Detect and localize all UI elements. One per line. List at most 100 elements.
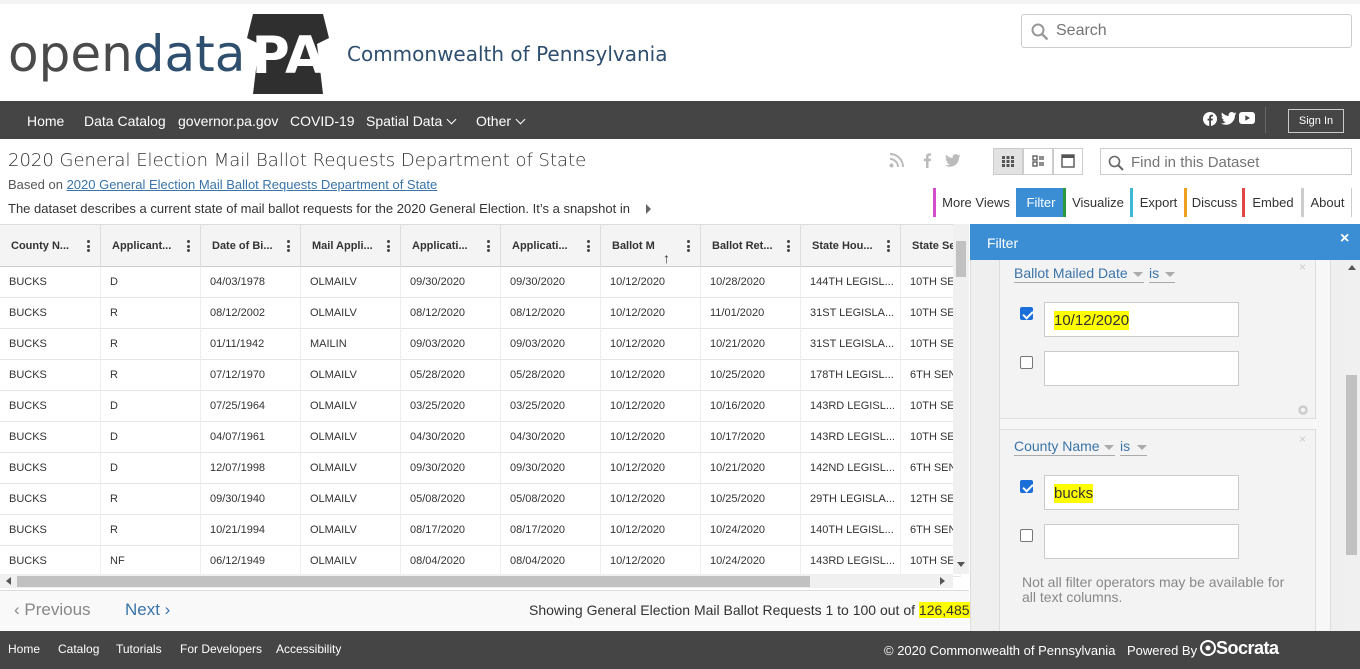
card-view-button[interactable] xyxy=(1023,148,1053,175)
table-row[interactable]: BUCKS D 07/25/1964 OLMAILV 03/25/2020 03/25/2… xyxy=(0,391,961,422)
table-row[interactable]: BUCKS R 09/30/1940 OLMAILV 05/08/2020 05/08/2… xyxy=(0,484,961,515)
footer-link-tutorials[interactable]: Tutorials xyxy=(116,642,162,656)
filter-column-select[interactable]: County Name xyxy=(1014,438,1100,454)
filter-value-input[interactable]: bucks xyxy=(1044,475,1239,510)
remove-condition-icon[interactable]: × xyxy=(1299,432,1306,446)
footer-link-home[interactable]: Home xyxy=(8,642,40,656)
find-in-dataset-input[interactable] xyxy=(1131,152,1346,172)
nav-home[interactable]: Home xyxy=(27,113,64,129)
column-menu-icon[interactable] xyxy=(187,240,190,252)
dropdown-arrow-icon[interactable] xyxy=(1133,272,1143,277)
table-row[interactable]: BUCKS D 04/03/1978 OLMAILV 09/30/2020 09/30/2… xyxy=(0,267,961,298)
rss-icon[interactable] xyxy=(889,153,904,168)
column-header[interactable]: Ballot Ret... xyxy=(701,225,801,267)
table-row[interactable]: BUCKS R 07/12/1970 OLMAILV 05/28/2020 05/28/2… xyxy=(0,360,961,391)
column-header[interactable]: Applicati... xyxy=(501,225,601,267)
find-in-dataset-box[interactable] xyxy=(1100,148,1352,175)
filter-value-checkbox[interactable] xyxy=(1020,356,1033,369)
scroll-up-arrow-icon[interactable] xyxy=(1348,265,1356,270)
youtube-icon[interactable] xyxy=(1239,112,1255,125)
twitter-share-icon[interactable] xyxy=(945,154,961,167)
column-menu-icon[interactable] xyxy=(87,240,90,252)
opendatapa-logo[interactable]: opendata PA xyxy=(8,14,330,94)
column-header[interactable]: Ballot M ↑ xyxy=(601,225,701,267)
column-header[interactable]: County N... xyxy=(0,225,101,267)
table-row[interactable]: BUCKS R 01/11/1942 MAILIN 09/03/2020 09/03/20… xyxy=(0,329,961,360)
scroll-right-arrow-icon[interactable] xyxy=(940,577,945,585)
expand-description-icon[interactable] xyxy=(646,204,651,214)
footer-link-developers[interactable]: For Developers xyxy=(180,642,262,656)
nav-spatial-data[interactable]: Spatial Data xyxy=(366,113,457,129)
site-search-input[interactable] xyxy=(1056,19,1346,43)
column-header[interactable]: Applicati... xyxy=(401,225,501,267)
scroll-left-arrow-icon[interactable] xyxy=(6,577,11,585)
footer-link-catalog[interactable]: Catalog xyxy=(58,642,99,656)
column-menu-icon[interactable] xyxy=(787,240,790,252)
table-row[interactable]: BUCKS NF 06/12/1949 OLMAILV 08/04/2020 08/04/… xyxy=(0,546,961,577)
table-cell: 12/07/1998 xyxy=(201,453,301,484)
nav-other[interactable]: Other xyxy=(476,113,526,129)
filter-value-input[interactable]: 10/12/2020 xyxy=(1044,302,1239,337)
socrata-text: Socrata xyxy=(1216,638,1279,658)
tab-discuss[interactable]: Discuss xyxy=(1184,188,1242,217)
column-menu-icon[interactable] xyxy=(887,240,890,252)
table-row[interactable]: BUCKS R 10/21/1994 OLMAILV 08/17/2020 08/17/2… xyxy=(0,515,961,546)
grid-view-button[interactable] xyxy=(993,148,1023,175)
column-menu-icon[interactable] xyxy=(687,240,690,252)
previous-page-button[interactable]: ‹ Previous xyxy=(14,600,91,620)
grid-vertical-scroll-thumb[interactable] xyxy=(956,241,966,277)
facebook-share-icon[interactable] xyxy=(922,153,932,168)
twitter-icon[interactable] xyxy=(1221,112,1237,126)
dropdown-arrow-icon[interactable] xyxy=(1165,272,1175,277)
filter-column-select[interactable]: Ballot Mailed Date xyxy=(1014,265,1128,281)
table-row[interactable]: BUCKS R 08/12/2002 OLMAILV 08/12/2020 08/12/2… xyxy=(0,298,961,329)
filter-operator-select[interactable]: is xyxy=(1149,265,1159,281)
column-menu-icon[interactable] xyxy=(487,240,490,252)
nav-data-catalog[interactable]: Data Catalog xyxy=(84,113,166,129)
column-header[interactable]: Applicant... xyxy=(101,225,201,267)
based-on-link[interactable]: 2020 General Election Mail Ballot Reques… xyxy=(67,177,438,192)
socrata-logo[interactable]: Socrata xyxy=(1200,638,1279,659)
table-cell: OLMAILV xyxy=(301,298,401,329)
logo-text-pa: PA xyxy=(251,26,326,86)
dropdown-arrow-icon[interactable] xyxy=(1137,445,1147,450)
single-row-view-button[interactable] xyxy=(1053,148,1083,175)
tab-filter[interactable]: Filter xyxy=(1016,188,1063,217)
filter-scroll-thumb[interactable] xyxy=(1346,375,1357,555)
table-row[interactable]: BUCKS D 12/07/1998 OLMAILV 09/30/2020 09/30/2… xyxy=(0,453,961,484)
sort-ascending-icon[interactable]: ↑ xyxy=(663,237,670,267)
site-search-box[interactable] xyxy=(1021,14,1352,48)
column-header[interactable]: Mail Appli... xyxy=(301,225,401,267)
filter-operator-select[interactable]: is xyxy=(1120,438,1130,454)
filter-value-checkbox[interactable] xyxy=(1020,529,1033,542)
tab-embed[interactable]: Embed xyxy=(1242,188,1301,217)
tab-export[interactable]: Export xyxy=(1130,188,1184,217)
column-menu-icon[interactable] xyxy=(587,240,590,252)
column-header[interactable]: State Hou... xyxy=(801,225,901,267)
column-menu-icon[interactable] xyxy=(387,240,390,252)
nav-governor[interactable]: governor.pa.gov xyxy=(178,113,278,129)
scroll-down-arrow-icon[interactable] xyxy=(957,562,965,567)
nav-covid[interactable]: COVID-19 xyxy=(290,113,355,129)
facebook-icon[interactable] xyxy=(1203,112,1217,126)
table-cell: 08/17/2020 xyxy=(401,515,501,546)
column-header[interactable]: State Se xyxy=(901,225,961,267)
next-page-button[interactable]: Next › xyxy=(125,600,170,620)
column-menu-icon[interactable] xyxy=(287,240,290,252)
close-icon[interactable]: × xyxy=(1340,230,1349,248)
tab-more-views[interactable]: More Views xyxy=(933,188,1016,217)
tab-about[interactable]: About xyxy=(1301,188,1352,217)
footer-link-accessibility[interactable]: Accessibility xyxy=(276,642,341,656)
remove-condition-icon[interactable]: × xyxy=(1299,260,1306,274)
gear-icon[interactable] xyxy=(1298,405,1308,415)
tab-visualize[interactable]: Visualize xyxy=(1063,188,1130,217)
table-row[interactable]: BUCKS D 04/07/1961 OLMAILV 04/30/2020 04/30/2… xyxy=(0,422,961,453)
filter-value-checkbox[interactable] xyxy=(1020,480,1033,493)
filter-value-input-empty[interactable] xyxy=(1044,351,1239,386)
dropdown-arrow-icon[interactable] xyxy=(1104,445,1114,450)
filter-value-input-empty[interactable] xyxy=(1044,524,1239,559)
sign-in-button[interactable]: Sign In xyxy=(1288,109,1344,133)
column-header[interactable]: Date of Bi... xyxy=(201,225,301,267)
filter-value-checkbox[interactable] xyxy=(1020,307,1033,320)
grid-horizontal-scroll-thumb[interactable] xyxy=(17,576,810,587)
